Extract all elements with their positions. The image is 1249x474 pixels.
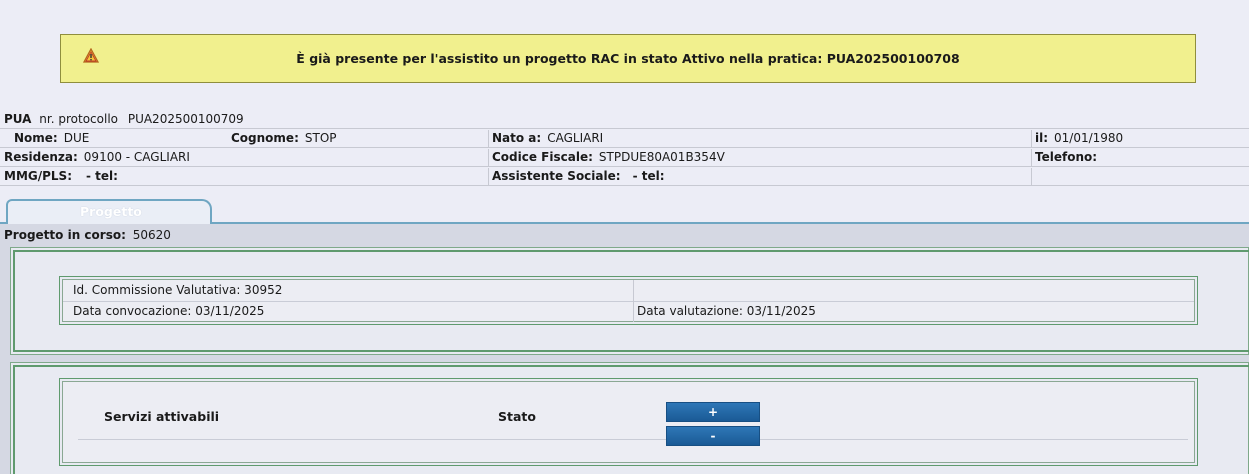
mmg-tel: - tel: [86,169,118,183]
stato-header: Stato [498,409,536,424]
birthdate-value: 01/01/1980 [1054,131,1124,145]
progetto-label: Progetto in corso: [4,228,126,242]
residence-row: Residenza: 09100 - CAGLIARI Codice Fiscal… [0,149,1249,167]
data-valutazione: Data valutazione: 03/11/2025 [637,304,816,318]
protocol-row: PUA nr. protocollo PUA202500100709 [0,111,1249,129]
progetto-in-corso: Progetto in corso: 50620 [4,228,171,242]
nato-label: Nato a: [492,131,542,145]
servizi-header: Servizi attivabili [104,409,220,424]
residenza-label: Residenza: [4,150,78,164]
cognome-value: STOP [304,131,337,145]
warning-icon [83,48,99,63]
birthdate-label: il: [1035,131,1049,145]
commissione-id: Id. Commissione Valutativa: 30952 [73,283,283,297]
warning-message: È già presente per l'assistito un proget… [296,51,960,66]
tab-progetto[interactable]: Progetto [6,199,212,224]
doctors-row: MMG/PLS: - tel: Assistente Sociale: - tel: [0,168,1249,186]
protocol-label: nr. protocollo [39,112,118,126]
mmg-label: MMG/PLS: [4,169,72,183]
data-convocazione: Data convocazione: 03/11/2025 [73,304,265,318]
add-button[interactable]: + [666,402,760,422]
progetto-value: 50620 [132,228,171,242]
codice-fiscale-label: Codice Fiscale: [492,150,593,164]
warning-banner: È già presente per l'assistito un proget… [60,34,1196,83]
nato-value: CAGLIARI [547,131,604,145]
remove-button[interactable]: - [666,426,760,446]
tab-progetto-label: Progetto [80,204,142,219]
pua-label: PUA [4,112,32,126]
nome-value: DUE [63,131,90,145]
residenza-value: 09100 - CAGLIARI [83,150,190,164]
cognome-label: Cognome: [231,131,299,145]
commissione-box: Id. Commissione Valutativa: 30952 Data c… [59,276,1198,325]
nome-label: Nome: [14,131,58,145]
patient-row: Nome: DUE Cognome: STOP Nato a: CAGLIARI il… [0,130,1249,148]
servizi-box: Servizi attivabili Stato + - [59,378,1198,466]
codice-fiscale-value: STPDUE80A01B354V [598,150,725,164]
assistente-tel: - tel: [632,169,665,183]
servizi-table: Servizi attivabili Stato [78,396,1188,440]
assistente-label: Assistente Sociale: [492,169,621,183]
protocol-value: PUA202500100709 [127,112,244,126]
telefono-label: Telefono: [1035,150,1098,164]
